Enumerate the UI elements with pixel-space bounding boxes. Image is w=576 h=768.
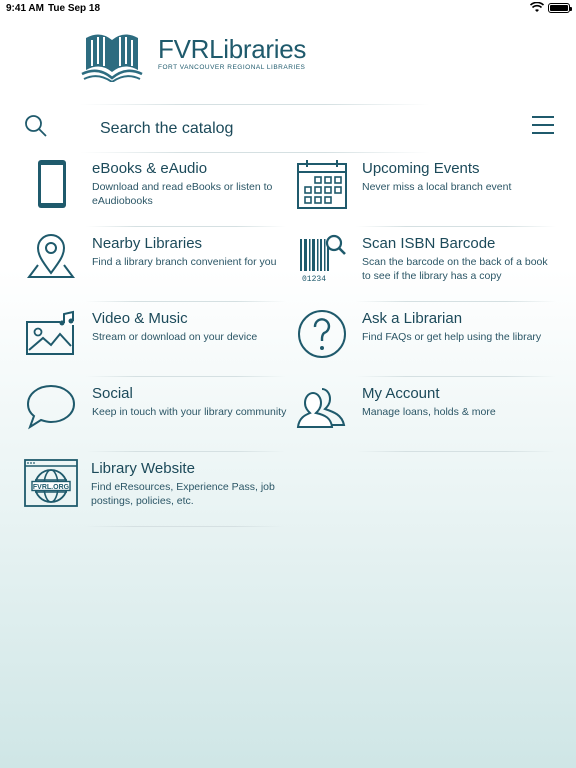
- barcode-digits: 01234: [302, 275, 326, 284]
- divider: [356, 451, 556, 452]
- barcode-icon: 01234: [300, 234, 346, 284]
- speech-bubble-icon: [26, 384, 76, 430]
- divider: [356, 301, 556, 302]
- tile-title: Social: [92, 385, 133, 402]
- tile-description: Never miss a local branch event: [362, 181, 512, 193]
- calendar-icon: [297, 160, 347, 209]
- battery-icon: [548, 2, 572, 13]
- divider: [86, 226, 286, 227]
- tile-description: Manage loans, holds & more: [362, 406, 496, 418]
- tile-description: Keep in touch with your library communit…: [92, 406, 287, 418]
- tablet-icon: [38, 160, 66, 208]
- tile-title: Upcoming Events: [362, 160, 480, 177]
- tile-description: Find a library branch convenient for you: [92, 256, 277, 268]
- logo-title: FVRLibraries: [158, 34, 307, 64]
- tile-title: Ask a Librarian: [362, 310, 463, 327]
- tile-scan-isbn-barcode[interactable]: 01234 Scan ISBN Barcode Scan the barcode…: [296, 233, 566, 305]
- wifi-icon: [530, 2, 544, 12]
- open-book-logo-icon: [81, 34, 143, 82]
- logo-subtitle: FORT VANCOUVER REGIONAL LIBRARIES: [158, 64, 306, 71]
- hamburger-menu-icon[interactable]: [532, 116, 554, 136]
- tile-title: Library Website: [91, 460, 195, 477]
- tile-social[interactable]: Social Keep in touch with your library c…: [26, 383, 296, 455]
- status-time: 9:41 AM: [6, 3, 44, 14]
- divider: [356, 376, 556, 377]
- tile-ebooks-eaudio[interactable]: eBooks & eAudio Download and read eBooks…: [26, 158, 296, 230]
- divider: [86, 451, 286, 452]
- tile-library-website[interactable]: FVRL.ORG Library Website Find eResources…: [24, 458, 294, 530]
- users-icon: [296, 388, 346, 428]
- tile-my-account[interactable]: My Account Manage loans, holds & more: [296, 383, 566, 455]
- tile-title: Scan ISBN Barcode: [362, 235, 496, 252]
- search-icon[interactable]: [24, 114, 48, 138]
- tile-title: Nearby Libraries: [92, 235, 203, 252]
- status-bar: 9:41 AM Tue Sep 18: [0, 0, 576, 18]
- tile-upcoming-events[interactable]: Upcoming Events Never miss a local branc…: [296, 158, 566, 230]
- media-icon: [26, 310, 74, 355]
- search-input[interactable]: [100, 116, 500, 142]
- website-badge: FVRL.ORG: [33, 484, 70, 491]
- website-globe-icon: FVRL.ORG: [24, 459, 78, 507]
- search-bar: [0, 104, 576, 154]
- fvrl-logo: FVRLibraries FORT VANCOUVER REGIONAL LIB…: [80, 26, 310, 84]
- tile-description: Stream or download on your device: [92, 331, 258, 343]
- status-indicators: [530, 2, 572, 13]
- tile-title: My Account: [362, 385, 440, 402]
- question-icon: [298, 310, 346, 358]
- divider: [80, 152, 430, 153]
- divider: [86, 376, 286, 377]
- tile-video-music[interactable]: Video & Music Stream or download on your…: [26, 308, 296, 380]
- tile-title: eBooks & eAudio: [92, 160, 208, 177]
- tile-ask-a-librarian[interactable]: Ask a Librarian Find FAQs or get help us…: [296, 308, 566, 380]
- tile-description: Find FAQs or get help using the library: [362, 331, 542, 343]
- tile-description: Download and read eBooks or listen to eA…: [92, 181, 273, 207]
- status-date: Tue Sep 18: [48, 3, 101, 14]
- divider: [84, 526, 284, 527]
- tile-description: Find eResources, Experience Pass, job po…: [91, 481, 275, 507]
- tile-nearby-libraries[interactable]: Nearby Libraries Find a library branch c…: [26, 233, 296, 305]
- divider: [80, 104, 430, 105]
- tile-title: Video & Music: [92, 310, 188, 327]
- divider: [356, 226, 556, 227]
- divider: [86, 301, 286, 302]
- tile-description: Scan the barcode on the back of a book t…: [362, 256, 548, 282]
- map-pin-icon: [27, 234, 75, 278]
